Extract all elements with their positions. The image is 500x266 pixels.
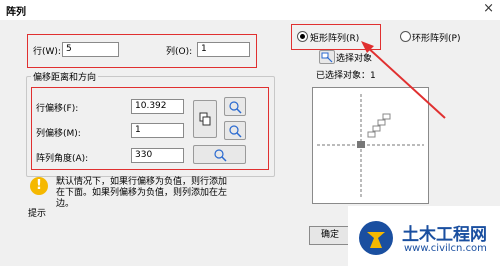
pick-angle-button[interactable]	[193, 145, 246, 164]
col-offset-label: 列偏移(M):	[36, 129, 81, 139]
warning-icon: !	[30, 177, 48, 195]
tip-line-3: 边。	[56, 199, 75, 209]
cols-input[interactable]: 1	[197, 42, 250, 57]
rows-input[interactable]: 5	[62, 42, 119, 57]
preview-graphic	[317, 94, 424, 198]
dialog-title: 阵列	[6, 7, 26, 18]
logo-icon	[359, 221, 393, 255]
col-offset-input[interactable]: 1	[131, 123, 184, 138]
row-offset-label: 行偏移(F):	[36, 104, 79, 114]
title-bar: 阵列 ×	[0, 0, 500, 20]
pick-row-offset-button[interactable]	[224, 97, 246, 116]
angle-label: 阵列角度(A):	[36, 154, 89, 164]
polar-array-label: 环形阵列(P)	[412, 34, 461, 44]
watermark: 土木工程网 www.civilcn.com	[348, 206, 500, 266]
angle-input[interactable]: 330	[131, 148, 184, 163]
tip-caption: 提示	[28, 209, 47, 219]
select-objects-button[interactable]	[319, 50, 335, 64]
select-objects-icon	[321, 52, 333, 63]
rows-label: 行(W):	[33, 47, 61, 57]
pick-offset-icon	[199, 112, 211, 126]
brand-name: 土木工程网	[402, 225, 487, 245]
close-button[interactable]: ×	[483, 1, 494, 16]
pick-col-offset-button[interactable]	[224, 121, 246, 140]
pick-cursor-icon	[229, 101, 242, 114]
tip-line-1: 默认情况下，如果行偏移为负值，则行添加	[56, 177, 228, 187]
rect-array-radio[interactable]	[297, 31, 308, 42]
pick-angle-icon	[214, 149, 227, 162]
offset-group-title: 偏移距离和方向	[31, 70, 99, 83]
row-offset-input[interactable]: 10.392	[131, 99, 184, 114]
ok-button[interactable]: 确定	[309, 226, 351, 245]
rect-array-label: 矩形阵列(R)	[310, 34, 360, 44]
cols-label: 列(O):	[166, 47, 193, 57]
brand-url: www.civilcn.com	[404, 243, 487, 254]
array-preview	[312, 87, 429, 204]
pick-cursor-icon	[229, 125, 242, 138]
tip-line-2: 在下面。如果列偏移为负值，则列添加在左	[56, 188, 228, 198]
selected-count: 已选择对象：1	[316, 71, 376, 81]
polar-array-radio[interactable]	[400, 31, 411, 42]
select-objects-label: 选择对象	[336, 54, 373, 64]
pick-both-offsets-button[interactable]	[193, 100, 217, 138]
array-dialog: 阵列 × 行(W): 5 列(O): 1 偏移距离和方向 行偏移(F): 10.…	[0, 0, 500, 266]
